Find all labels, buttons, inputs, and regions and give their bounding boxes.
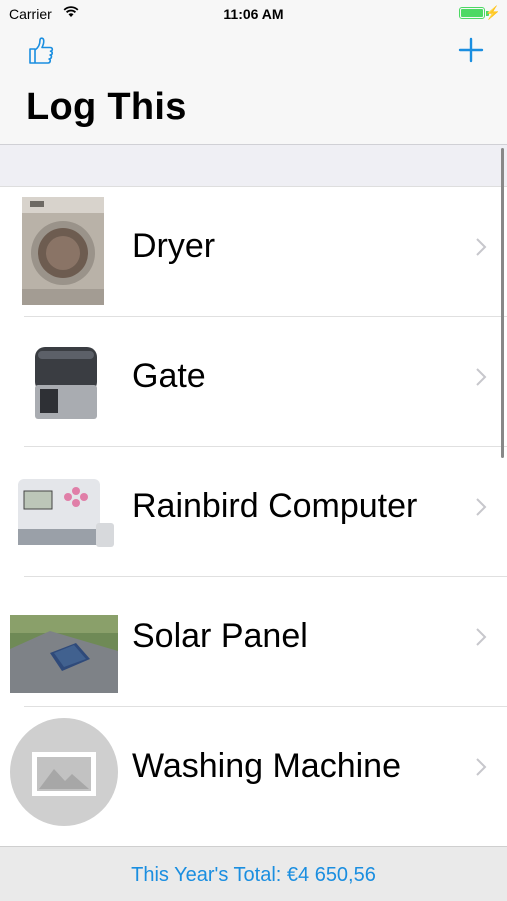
- chevron-right-icon: [476, 368, 487, 386]
- list-item-solar-panel[interactable]: Solar Panel: [10, 577, 507, 707]
- section-header: [0, 145, 507, 187]
- bolt-icon: ⚡: [484, 5, 501, 20]
- page-title: Log This: [26, 86, 187, 128]
- chevron-right-icon: [476, 238, 487, 256]
- list-item-gate[interactable]: Gate: [24, 317, 507, 447]
- solar-panel-photo: [10, 615, 118, 693]
- dryer-photo: [22, 197, 104, 305]
- chevron-right-icon: [476, 758, 487, 776]
- chevron-right-icon: [476, 498, 487, 516]
- item-label: Washing Machine: [132, 747, 401, 785]
- scrollbar[interactable]: [501, 148, 504, 458]
- irrigation-controller-photo: [18, 479, 114, 547]
- item-label: Solar Panel: [132, 617, 308, 655]
- battery-icon: [459, 7, 485, 19]
- status-bar: Carrier 11:06 AM ⚡: [0, 0, 507, 28]
- gate-motor-photo: [35, 347, 97, 419]
- year-total-label: This Year's Total: €4 650,56: [131, 864, 376, 886]
- navigation-bar: Log This: [0, 28, 507, 145]
- footer-toolbar: This Year's Total: €4 650,56: [0, 846, 507, 901]
- item-label: Dryer: [132, 227, 216, 265]
- list-item-washing-machine[interactable]: Washing Machine: [10, 707, 507, 836]
- list-item-rainbird-computer[interactable]: Rainbird Computer: [18, 447, 507, 577]
- chevron-right-icon: [476, 628, 487, 646]
- items-list: Dryer Gate Rainbird Computer Solar Panel…: [0, 187, 507, 836]
- item-label: Gate: [132, 357, 206, 395]
- plus-icon[interactable]: [457, 36, 485, 64]
- placeholder-image-icon: [10, 718, 118, 826]
- thumbs-up-icon[interactable]: [24, 34, 58, 68]
- item-label: Rainbird Computer: [132, 487, 418, 525]
- list-item-dryer[interactable]: Dryer: [22, 187, 507, 317]
- clock: 11:06 AM: [223, 6, 284, 22]
